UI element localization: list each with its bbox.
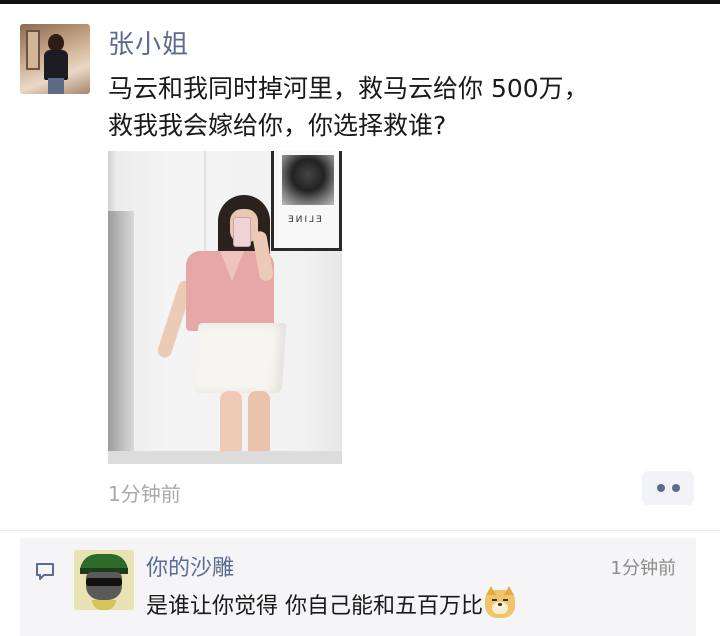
divider xyxy=(0,530,720,531)
comment-section: 你的沙雕 1分钟前 是谁让你觉得 你自己能和五百万比 xyxy=(20,538,696,636)
poster-image xyxy=(282,155,334,205)
avatar-frame xyxy=(26,30,40,70)
moment-post: 张小姐 马云和我同时掉河里，救马云给你 500万， 救我我会嫁给你，你选择救谁?… xyxy=(0,4,720,636)
girl-white-skirt xyxy=(193,323,287,393)
comment-timestamp: 1分钟前 xyxy=(610,558,676,579)
avatar-face xyxy=(86,572,122,600)
comment-text-row[interactable]: 是谁让你觉得 你自己能和五百万比 xyxy=(146,586,515,620)
post-text-line-2: 救我我会嫁给你，你选择救谁? xyxy=(108,111,447,140)
photo-stair-rail xyxy=(108,211,134,464)
avatar-figure-legs xyxy=(48,78,64,94)
poster-text: ELINE xyxy=(286,215,322,225)
author-avatar[interactable] xyxy=(20,24,90,94)
avatar-sunglasses xyxy=(86,578,122,586)
photo-poster: ELINE xyxy=(271,151,342,251)
post-text-line-1: 马云和我同时掉河里，救马云给你 500万， xyxy=(108,74,589,103)
comment-icon xyxy=(36,563,54,580)
author-name[interactable]: 张小姐 xyxy=(108,24,189,61)
girl-phone xyxy=(233,217,251,247)
post-photo[interactable]: ELINE xyxy=(108,151,342,464)
avatar-chain xyxy=(92,600,116,610)
comment-text: 是谁让你觉得 你自己能和五百万比 xyxy=(146,594,483,619)
photo-floor-line xyxy=(108,451,342,464)
commenter-avatar[interactable] xyxy=(74,550,134,610)
avatar-figure-body xyxy=(44,50,68,80)
post-text: 马云和我同时掉河里，救马云给你 500万， 救我我会嫁给你，你选择救谁? xyxy=(108,70,698,144)
doge-emoji-icon xyxy=(485,586,515,618)
commenter-name[interactable]: 你的沙雕 xyxy=(146,550,234,582)
more-actions-button[interactable] xyxy=(642,471,694,505)
more-dot-icon xyxy=(671,484,680,492)
more-dot-icon xyxy=(656,484,665,492)
post-timestamp: 1分钟前 xyxy=(108,482,181,506)
